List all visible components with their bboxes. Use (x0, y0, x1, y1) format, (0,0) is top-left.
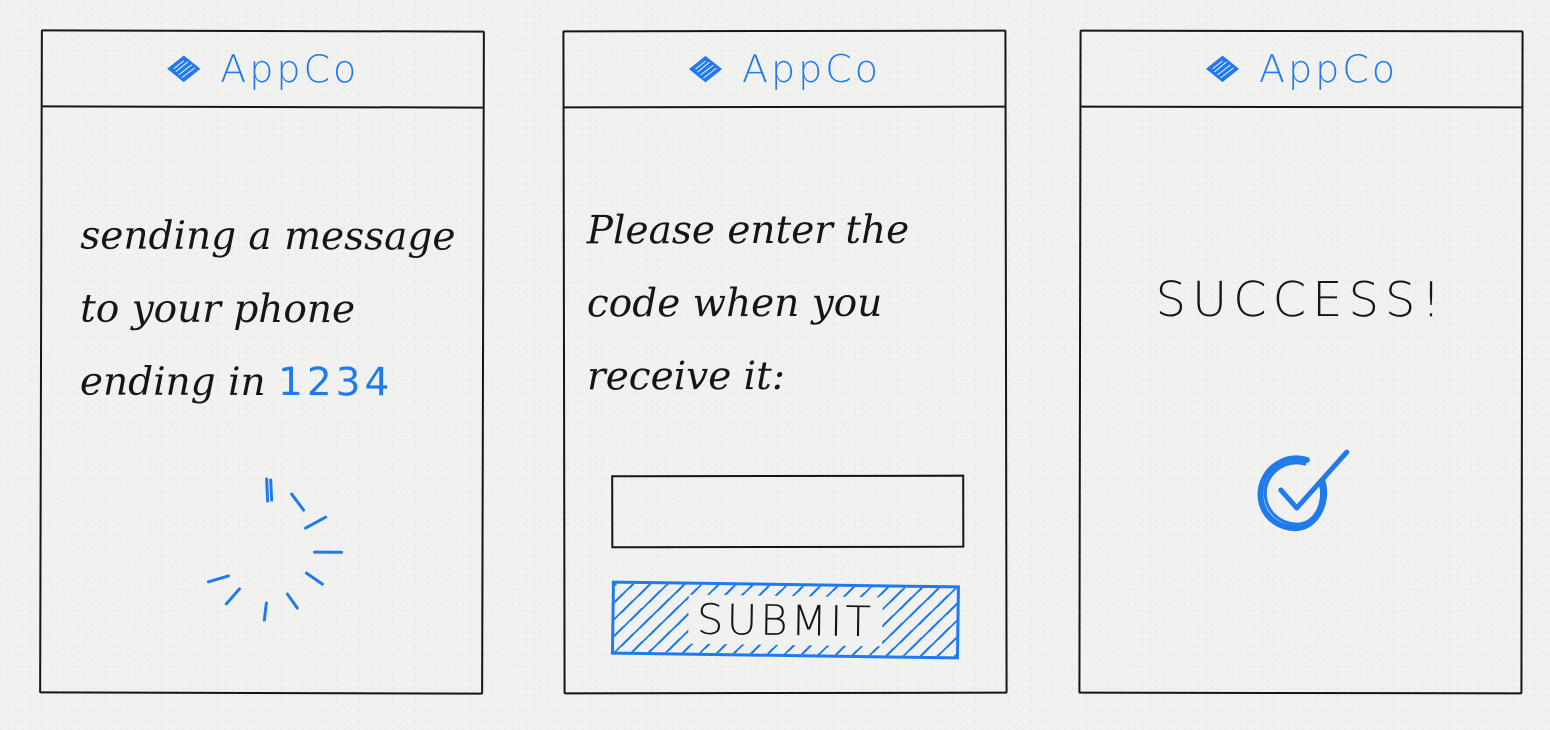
loading-spinner-icon (206, 477, 344, 622)
app-logo-text: AppCo (1258, 46, 1399, 92)
success-message: SUCCESS! (1155, 271, 1447, 329)
phone-screen-enter-code: AppCo Please enter the code when you rec… (562, 29, 1008, 695)
phone-number-suffix: 1234 (277, 360, 394, 406)
diamond-icon (167, 55, 201, 83)
app-logo-text: AppCo (220, 46, 360, 92)
message-line: to your phone (80, 286, 356, 333)
enter-code-instructions: Please enter the code when you receive i… (586, 207, 910, 400)
verification-code-input[interactable] (611, 474, 965, 549)
message-line: ending in (79, 359, 279, 406)
diamond-icon (689, 55, 723, 83)
phone-screen-success: AppCo SUCCESS! (1078, 29, 1524, 695)
submit-button[interactable]: SUBMIT (610, 580, 960, 660)
app-header: AppCo (42, 31, 483, 109)
sending-message: sending a message to your phone ending in … (80, 200, 463, 420)
app-header: AppCo (1081, 31, 1522, 109)
submit-button-label: SUBMIT (688, 594, 883, 646)
app-header: AppCo (564, 31, 1005, 109)
app-logo-text: AppCo (741, 46, 882, 92)
message-line: sending a message (80, 213, 456, 260)
diamond-icon (1206, 55, 1240, 83)
checkmark-circle-icon (1257, 449, 1350, 531)
phone-screen-sending: AppCo sending a message to your phone endi… (39, 29, 485, 695)
